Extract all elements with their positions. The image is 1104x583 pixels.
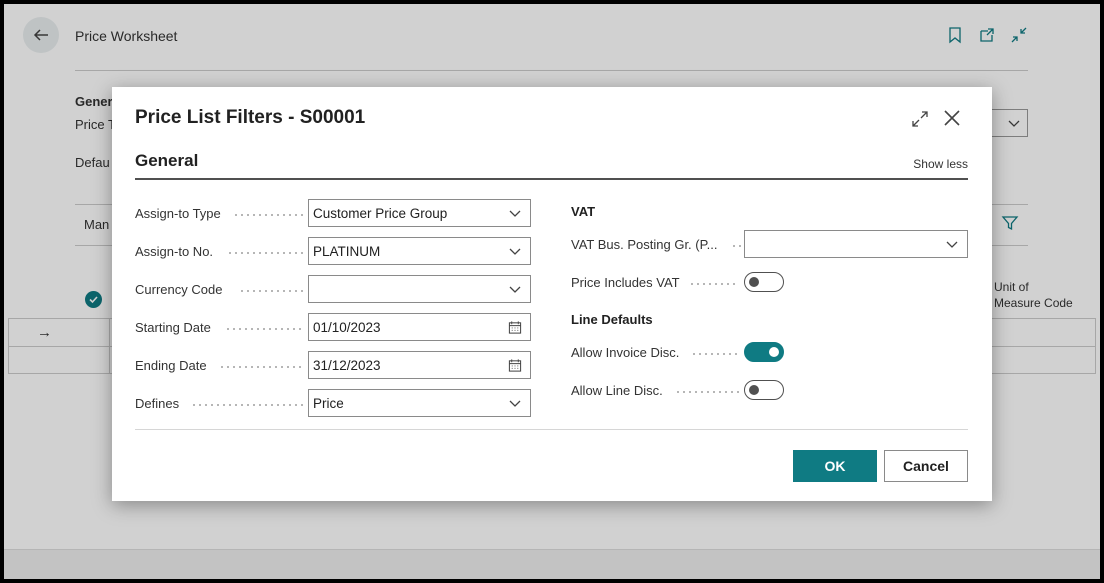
ending-date-row: Ending Date 31/12/2023 [135, 351, 531, 379]
footer-divider [135, 429, 968, 430]
vat-bus-posting-label: VAT Bus. Posting Gr. (P... [571, 236, 718, 252]
expand-icon[interactable] [910, 109, 930, 129]
line-defaults-heading: Line Defaults [571, 312, 653, 327]
chevron-down-icon [508, 282, 522, 296]
allow-line-disc-toggle[interactable] [744, 380, 784, 400]
allow-line-disc-label: Allow Line Disc. [571, 382, 663, 398]
price-list-filters-dialog: Price List Filters - S00001 General Show… [112, 87, 992, 501]
calendar-icon[interactable] [508, 320, 522, 334]
starting-date-input[interactable]: 01/10/2023 [308, 313, 531, 341]
chevron-down-icon [945, 237, 959, 251]
currency-code-label: Currency Code [135, 281, 223, 297]
ok-button[interactable]: OK [793, 450, 877, 482]
defines-row: Defines Price [135, 389, 531, 417]
assign-to-no-select[interactable]: PLATINUM [308, 237, 531, 265]
allow-line-disc-row: Allow Line Disc. [571, 376, 968, 404]
cancel-button[interactable]: Cancel [884, 450, 968, 482]
allow-invoice-disc-toggle[interactable] [744, 342, 784, 362]
price-includes-vat-label: Price Includes VAT [571, 274, 680, 290]
allow-invoice-disc-row: Allow Invoice Disc. [571, 338, 968, 366]
assign-to-type-select[interactable]: Customer Price Group [308, 199, 531, 227]
close-icon[interactable] [942, 108, 962, 128]
price-includes-vat-toggle[interactable] [744, 272, 784, 292]
section-title-general: General [135, 151, 199, 170]
assign-to-no-row: Assign-to No. PLATINUM [135, 237, 531, 265]
currency-code-row: Currency Code [135, 275, 531, 303]
ending-date-label: Ending Date [135, 357, 207, 373]
allow-invoice-disc-label: Allow Invoice Disc. [571, 344, 680, 360]
chevron-down-icon [508, 244, 522, 258]
vat-bus-posting-row: VAT Bus. Posting Gr. (P... [571, 230, 968, 258]
assign-to-type-label: Assign-to Type [135, 205, 221, 221]
assign-to-type-row: Assign-to Type Customer Price Group [135, 199, 531, 227]
starting-date-label: Starting Date [135, 319, 211, 335]
defines-label: Defines [135, 395, 180, 411]
dialog-title: Price List Filters - S00001 [135, 107, 366, 128]
currency-code-select[interactable] [308, 275, 531, 303]
calendar-icon[interactable] [508, 358, 522, 372]
price-includes-vat-row: Price Includes VAT [571, 268, 968, 296]
assign-to-no-label: Assign-to No. [135, 243, 214, 259]
show-less-link[interactable]: Show less [913, 157, 968, 171]
ending-date-input[interactable]: 31/12/2023 [308, 351, 531, 379]
chevron-down-icon [508, 396, 522, 410]
vat-bus-posting-select[interactable] [744, 230, 968, 258]
vat-heading: VAT [571, 204, 596, 219]
defines-select[interactable]: Price [308, 389, 531, 417]
section-divider [135, 178, 968, 180]
app-frame: Price Worksheet Gener Price T Defau Man [4, 4, 1100, 579]
chevron-down-icon [508, 206, 522, 220]
starting-date-row: Starting Date 01/10/2023 [135, 313, 531, 341]
